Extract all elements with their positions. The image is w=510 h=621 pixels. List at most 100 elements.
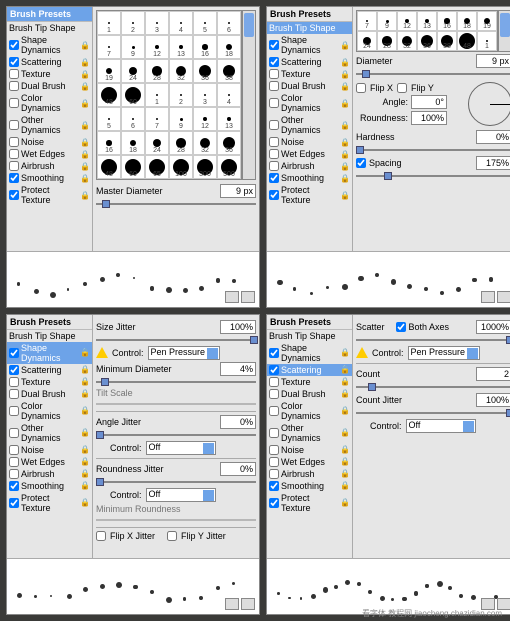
- new-icon[interactable]: [481, 291, 495, 303]
- sidebar-item-smooth[interactable]: Smoothing🔒: [7, 172, 92, 184]
- sidebar-item-color[interactable]: Color Dynamics🔒: [267, 400, 352, 422]
- sidebar-item-shape[interactable]: Shape Dynamics🔒: [267, 342, 352, 364]
- sidebar-item-air[interactable]: Airbrush🔒: [7, 468, 92, 480]
- both-axes-check[interactable]: [396, 322, 406, 332]
- sidebar-item-dual[interactable]: Dual Brush🔒: [7, 388, 92, 400]
- sidebar-item-noise[interactable]: Noise🔒: [7, 136, 92, 148]
- sidebar-item-air[interactable]: Airbrush🔒: [267, 160, 352, 172]
- sidebar-item-noise[interactable]: Noise🔒: [267, 136, 352, 148]
- sidebar-item-wet[interactable]: Wet Edges🔒: [7, 456, 92, 468]
- sidebar-item-wet[interactable]: Wet Edges🔒: [267, 456, 352, 468]
- sidebar-tip[interactable]: Brush Tip Shape: [7, 22, 92, 34]
- sidebar-item-other[interactable]: Other Dynamics🔒: [7, 114, 92, 136]
- diameter-input[interactable]: [476, 54, 510, 68]
- spacing-input[interactable]: [476, 156, 510, 170]
- new-icon[interactable]: [225, 291, 239, 303]
- sidebar-item-scatter[interactable]: Scattering🔒: [267, 364, 352, 376]
- sidebar-item-texture[interactable]: Texture🔒: [267, 376, 352, 388]
- panel-brush-presets: Brush Presets Brush Tip Shape Shape Dyna…: [6, 6, 260, 308]
- sidebar-item-smooth[interactable]: Smoothing🔒: [267, 480, 352, 492]
- sidebar-item-shape[interactable]: Shape Dynamics🔒: [267, 34, 352, 56]
- sidebar-item-texture[interactable]: Texture🔒: [267, 68, 352, 80]
- trash-icon[interactable]: [241, 598, 255, 610]
- sidebar-item-scatter[interactable]: Scattering🔒: [267, 56, 352, 68]
- master-diameter-slider[interactable]: [96, 200, 256, 208]
- sidebar-tip[interactable]: Brush Tip Shape: [267, 22, 352, 34]
- control-select[interactable]: Off: [406, 419, 476, 433]
- sidebar-item-shape[interactable]: Shape Dynamics🔒: [7, 342, 92, 364]
- sidebar-item-color[interactable]: Color Dynamics🔒: [7, 92, 92, 114]
- control-select[interactable]: Pen Pressure: [148, 346, 221, 360]
- sidebar-item-color[interactable]: Color Dynamics🔒: [7, 400, 92, 422]
- flipx-jitter-check[interactable]: [96, 531, 106, 541]
- sidebar-item-other[interactable]: Other Dynamics🔒: [7, 422, 92, 444]
- flipx-check[interactable]: [356, 83, 366, 93]
- sidebar-item-shape[interactable]: Shape Dynamics🔒: [7, 34, 92, 56]
- warning-icon: [356, 347, 368, 358]
- trash-icon[interactable]: [497, 291, 510, 303]
- sidebar-item-noise[interactable]: Noise🔒: [267, 444, 352, 456]
- brush-grid[interactable]: 1234567912131618192428323638486012345679…: [96, 10, 242, 180]
- sidebar-item-texture[interactable]: Texture🔒: [7, 68, 92, 80]
- sidebar-item-dual[interactable]: Dual Brush🔒: [7, 80, 92, 92]
- roundness-input[interactable]: [411, 111, 447, 125]
- sidebar-item-air[interactable]: Airbrush🔒: [7, 160, 92, 172]
- sidebar-item-smooth[interactable]: Smoothing🔒: [7, 480, 92, 492]
- control-select[interactable]: Off: [146, 441, 216, 455]
- warning-icon: [96, 347, 108, 358]
- brush-grid[interactable]: 7912131618192428323638481: [356, 10, 498, 52]
- new-icon[interactable]: [225, 598, 239, 610]
- sidebar-item-noise[interactable]: Noise🔒: [7, 444, 92, 456]
- sidebar-item-dual[interactable]: Dual Brush🔒: [267, 388, 352, 400]
- sidebar-item-protect[interactable]: Protect Texture🔒: [267, 184, 352, 206]
- panel-brush-tip: Brush Presets Brush Tip Shape Shape Dyna…: [266, 6, 510, 308]
- sidebar-item-scatter[interactable]: Scattering🔒: [7, 364, 92, 376]
- sidebar-head[interactable]: Brush Presets: [7, 315, 92, 330]
- hardness-input[interactable]: [476, 130, 510, 144]
- flipy-check[interactable]: [397, 83, 407, 93]
- min-diameter-input[interactable]: [220, 362, 256, 376]
- spacing-check[interactable]: [356, 158, 366, 168]
- angle-jitter-input[interactable]: [220, 415, 256, 429]
- panel-scattering: Brush Presets Brush Tip Shape Shape Dyna…: [266, 314, 510, 616]
- sidebar-item-dual[interactable]: Dual Brush🔒: [267, 80, 352, 92]
- sidebar-head[interactable]: Brush Presets: [267, 315, 352, 330]
- sidebar-item-air[interactable]: Airbrush🔒: [267, 468, 352, 480]
- scrollbar[interactable]: [498, 10, 510, 52]
- sidebar-item-other[interactable]: Other Dynamics🔒: [267, 114, 352, 136]
- sidebar-item-scatter[interactable]: Scattering🔒: [7, 56, 92, 68]
- master-diameter-input[interactable]: [220, 184, 256, 198]
- stroke-preview: [7, 558, 259, 614]
- trash-icon[interactable]: [241, 291, 255, 303]
- sidebar-item-protect[interactable]: Protect Texture🔒: [7, 184, 92, 206]
- sidebar-item-protect[interactable]: Protect Texture🔒: [7, 492, 92, 514]
- sidebar-head[interactable]: Brush Presets: [7, 7, 92, 22]
- sidebar-item-wet[interactable]: Wet Edges🔒: [267, 148, 352, 160]
- sidebar-item-color[interactable]: Color Dynamics🔒: [267, 92, 352, 114]
- count-jitter-input[interactable]: [476, 393, 510, 407]
- angle-compass[interactable]: [468, 82, 510, 126]
- sidebar-item-wet[interactable]: Wet Edges🔒: [7, 148, 92, 160]
- sidebar-item-smooth[interactable]: Smoothing🔒: [267, 172, 352, 184]
- master-diameter-label: Master Diameter: [96, 186, 163, 196]
- scrollbar[interactable]: [242, 10, 256, 180]
- sidebar-tip[interactable]: Brush Tip Shape: [7, 330, 92, 342]
- panel-shape-dynamics: Brush Presets Brush Tip Shape Shape Dyna…: [6, 314, 260, 616]
- count-input[interactable]: [476, 367, 510, 381]
- stroke-preview: [7, 251, 259, 307]
- roundness-jitter-input[interactable]: [220, 462, 256, 476]
- sidebar-item-texture[interactable]: Texture🔒: [7, 376, 92, 388]
- control-select[interactable]: Pen Pressure: [408, 346, 481, 360]
- watermark: 看字体 教程网 jiaocheng.chazidian.com: [362, 608, 502, 619]
- sidebar-item-protect[interactable]: Protect Texture🔒: [267, 492, 352, 514]
- sidebar-tip[interactable]: Brush Tip Shape: [267, 330, 352, 342]
- flipy-jitter-check[interactable]: [167, 531, 177, 541]
- size-jitter-input[interactable]: [220, 320, 256, 334]
- scatter-input[interactable]: [476, 320, 510, 334]
- sidebar-item-other[interactable]: Other Dynamics🔒: [267, 422, 352, 444]
- sidebar: Brush Presets Brush Tip Shape Shape Dyna…: [7, 7, 93, 251]
- sidebar-head[interactable]: Brush Presets: [267, 7, 352, 22]
- control-select[interactable]: Off: [146, 488, 216, 502]
- stroke-preview: [267, 558, 510, 614]
- angle-input[interactable]: [411, 95, 447, 109]
